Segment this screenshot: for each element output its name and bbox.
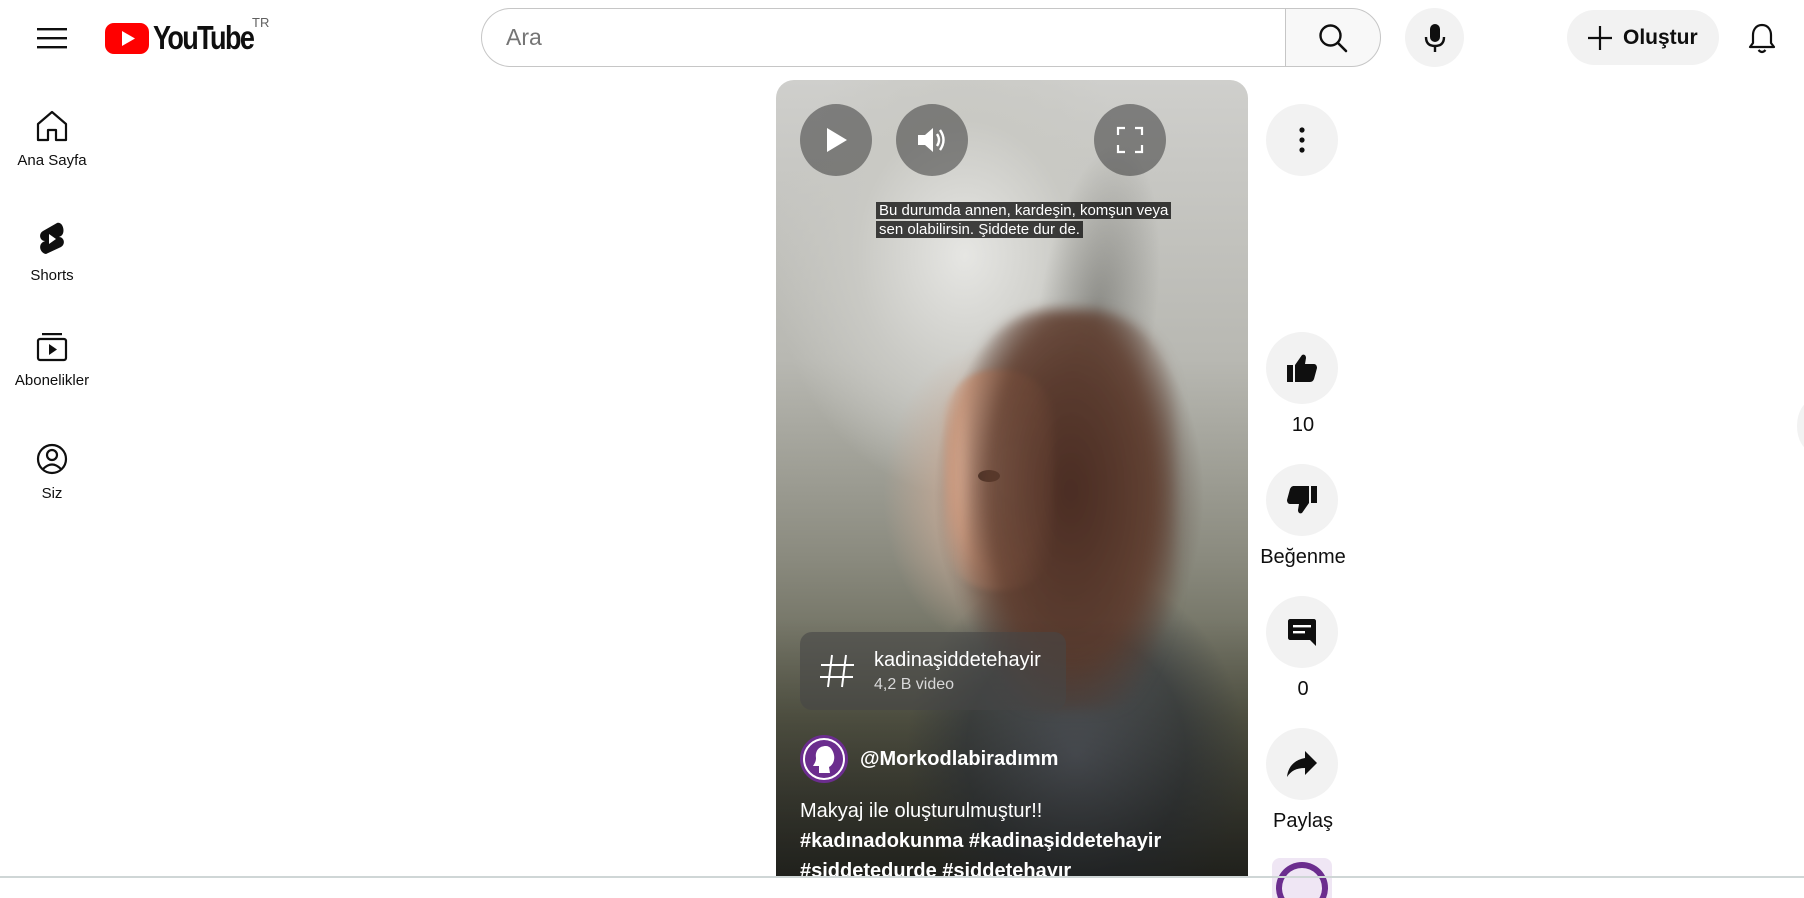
fullscreen-button[interactable] <box>1094 104 1166 176</box>
youtube-play-logo-icon <box>105 22 149 54</box>
thumbs-up-icon <box>1287 354 1317 382</box>
dislike-label: Beğenme <box>1260 546 1346 568</box>
hamburger-icon <box>37 28 67 49</box>
channel-name: @Morkodlabiradımm <box>860 747 1059 770</box>
more-options-button[interactable] <box>1266 104 1338 176</box>
account-icon <box>36 443 68 475</box>
menu-button[interactable] <box>28 17 76 59</box>
create-button[interactable]: Oluştur <box>1567 10 1719 65</box>
description-text: Makyaj ile oluşturulmuştur!! <box>800 800 1043 822</box>
sidebar: Ana Sayfa Shorts Abonelikler Siz <box>0 96 104 540</box>
country-code: TR <box>252 15 270 30</box>
search-input[interactable] <box>506 24 1286 51</box>
caption-line: sen olabilirsin. Şiddete dur de. <box>876 221 1083 238</box>
description-hashtags[interactable]: #şiddetedurde #şiddetehayır <box>800 856 1220 878</box>
comment-icon <box>1288 619 1316 646</box>
sidebar-item-home[interactable]: Ana Sayfa <box>0 96 104 207</box>
volume-icon <box>918 128 945 152</box>
channel-link[interactable]: @Morkodlabiradımm <box>800 735 1058 783</box>
share-button[interactable] <box>1266 728 1338 800</box>
hashtag-card[interactable]: kadinaşiddetehayir 4,2 B video <box>800 632 1066 710</box>
share-label: Paylaş <box>1272 810 1334 832</box>
channel-avatar <box>800 735 848 783</box>
search-button[interactable] <box>1285 8 1381 67</box>
like-button[interactable] <box>1266 332 1338 404</box>
more-vertical-icon <box>1299 127 1305 153</box>
hashtag-icon <box>820 654 854 688</box>
sidebar-item-label: Shorts <box>30 267 74 284</box>
next-video-button[interactable] <box>1797 401 1804 451</box>
subscriptions-icon <box>36 333 68 362</box>
share-arrow-icon <box>1287 751 1317 777</box>
hashtag-video-count: 4,2 B video <box>874 675 955 693</box>
sidebar-item-label: Siz <box>41 485 63 502</box>
plus-icon <box>1588 25 1612 50</box>
play-icon <box>827 128 847 152</box>
comment-count: 0 <box>1297 678 1309 700</box>
like-count: 10 <box>1291 414 1315 436</box>
logo-text: YouTube <box>153 19 255 56</box>
shorts-icon <box>40 222 64 254</box>
notifications-button[interactable] <box>1740 15 1784 61</box>
channel-thumbnail-icon <box>1276 862 1328 898</box>
video-description[interactable]: Makyaj ile oluşturulmuştur!! #kadınadoku… <box>800 796 1220 878</box>
youtube-logo[interactable]: YouTube <box>105 19 275 56</box>
home-icon <box>36 110 68 142</box>
bell-icon <box>1748 23 1776 54</box>
voice-search-button[interactable] <box>1405 8 1464 67</box>
comments-button[interactable] <box>1266 596 1338 668</box>
play-button[interactable] <box>800 104 872 176</box>
dislike-button[interactable] <box>1266 464 1338 536</box>
closed-caption: Bu durumda annen, kardeşin, komşun veya … <box>876 201 1172 239</box>
sidebar-item-subscriptions[interactable]: Abonelikler <box>0 318 104 429</box>
sidebar-item-you[interactable]: Siz <box>0 429 104 540</box>
shorts-video-player[interactable]: Bu durumda annen, kardeşin, komşun veya … <box>776 80 1248 878</box>
caption-line: Bu durumda annen, kardeşin, komşun veya <box>876 202 1172 219</box>
volume-button[interactable] <box>896 104 968 176</box>
hashtag-name: kadinaşiddetehayir <box>874 648 1041 671</box>
top-bar: YouTube TR Oluştur <box>0 0 1804 76</box>
sidebar-item-label: Abonelikler <box>14 372 90 389</box>
woman-silhouette-icon <box>805 740 843 778</box>
fullscreen-icon <box>1116 126 1144 154</box>
microphone-icon <box>1424 23 1445 52</box>
create-button-label: Oluştur <box>1623 25 1698 49</box>
sidebar-item-shorts[interactable]: Shorts <box>0 207 104 318</box>
description-hashtags[interactable]: #kadınadokunma #kadinaşiddetehayir <box>800 826 1220 856</box>
sound-source-avatar[interactable] <box>1272 858 1332 898</box>
search-icon <box>1319 23 1348 52</box>
search-box <box>481 8 1286 67</box>
thumbs-down-icon <box>1287 486 1317 514</box>
sidebar-item-label: Ana Sayfa <box>17 152 87 169</box>
